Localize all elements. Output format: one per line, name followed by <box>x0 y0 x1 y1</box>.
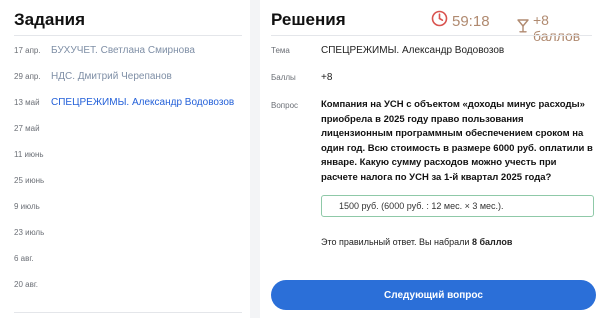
task-date: 17 апр. <box>14 45 41 55</box>
task-row: 20 авг. <box>0 271 250 297</box>
topic-label: Тема <box>271 46 290 55</box>
task-row-active[interactable]: 13 май СПЕЦРЕЖИМЫ. Александр Водовозов <box>0 89 250 115</box>
task-title-active[interactable]: СПЕЦРЕЖИМЫ. Александр Водовозов <box>51 97 234 108</box>
task-date: 11 июнь <box>14 149 44 159</box>
task-row: 27 май <box>0 115 250 141</box>
task-row: 9 июль <box>0 193 250 219</box>
task-date: 6 авг. <box>14 253 34 263</box>
task-title[interactable]: БУХУЧЕТ. Светлана Смирнова <box>51 45 195 56</box>
points-value: +8 баллов <box>533 12 581 44</box>
task-date: 29 апр. <box>14 71 41 81</box>
task-list: 17 апр. БУХУЧЕТ. Светлана Смирнова 29 ап… <box>0 37 250 297</box>
question-label: Вопрос <box>271 101 299 110</box>
answer-text: 1500 руб. (6000 руб. : 12 мес. × 3 мес.)… <box>339 201 504 211</box>
result-points: 8 баллов <box>471 237 513 247</box>
result-prefix: Это правильный ответ. Вы набрали <box>321 237 470 247</box>
task-row: 6 авг. <box>0 245 250 271</box>
task-title[interactable]: НДС. Дмитрий Черепанов <box>51 71 172 82</box>
timer-value: 59:18 <box>452 12 490 30</box>
clock-icon <box>431 10 448 32</box>
next-question-button[interactable]: Следующий вопрос <box>271 280 596 310</box>
result-message: Это правильный ответ. Вы набрали 8 балло… <box>321 237 512 247</box>
task-date: 25 июнь <box>14 175 45 185</box>
timer: 59:18 <box>431 10 490 32</box>
task-row: 25 июнь <box>0 167 250 193</box>
topic-value: СПЕЦРЕЖИМЫ. Александр Водовозов <box>321 45 505 56</box>
tasks-heading: Задания <box>14 10 85 29</box>
task-date: 20 авг. <box>14 279 38 289</box>
answer-field: 1500 руб. (6000 руб. : 12 мес. × 3 мес.)… <box>321 195 594 217</box>
solutions-heading-divider <box>271 35 592 36</box>
task-date: 13 май <box>14 97 40 107</box>
tasks-heading-divider <box>14 35 242 36</box>
task-date: 23 июль <box>14 227 45 237</box>
question-text: Компания на УСН с объектом «доходы минус… <box>321 99 593 183</box>
task-row: 23 июль <box>0 219 250 245</box>
score-label: Баллы <box>271 73 296 82</box>
solutions-panel: Решения 59:18 +8 баллов Тема СПЕЦРЕЖИМЫ.… <box>260 0 600 318</box>
task-date: 27 май <box>14 123 40 133</box>
task-row[interactable]: 29 апр. НДС. Дмитрий Черепанов <box>0 63 250 89</box>
tasks-bottom-divider <box>14 312 242 313</box>
points-badge: +8 баллов <box>517 12 600 44</box>
task-row[interactable]: 17 апр. БУХУЧЕТ. Светлана Смирнова <box>0 37 250 63</box>
tasks-panel: Задания 17 апр. БУХУЧЕТ. Светлана Смирно… <box>0 0 250 318</box>
score-value: +8 <box>321 72 333 83</box>
task-row: 11 июнь <box>0 141 250 167</box>
solutions-heading: Решения <box>271 10 346 29</box>
task-date: 9 июль <box>14 201 40 211</box>
